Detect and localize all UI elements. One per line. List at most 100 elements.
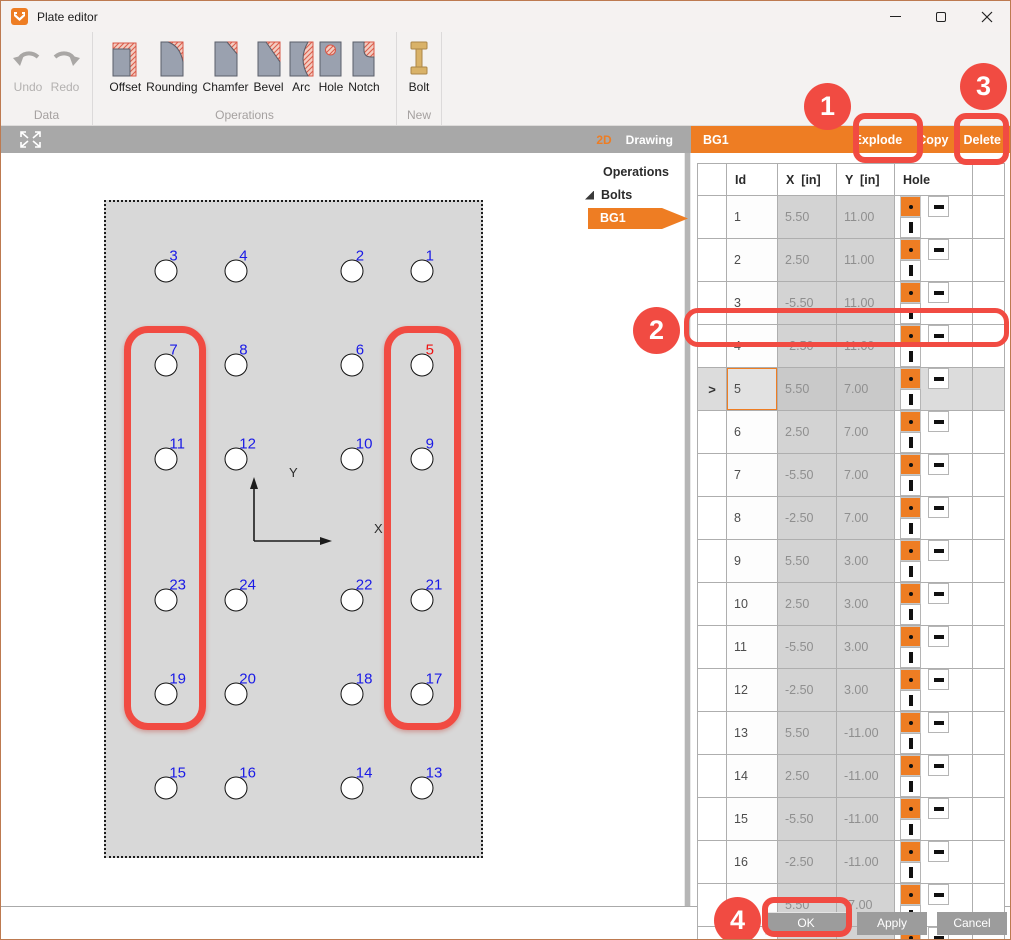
redo-button[interactable]: Redo: [47, 37, 83, 95]
bolt-hole[interactable]: 8: [224, 353, 247, 376]
table-row[interactable]: 6 2.50 7.00: [698, 411, 1005, 454]
hole-circular-button[interactable]: [900, 196, 921, 217]
row-y-cell[interactable]: 11.00: [837, 325, 895, 368]
bolt-hole[interactable]: 9: [411, 447, 434, 470]
hole-slot-vertical-button[interactable]: [900, 346, 921, 367]
tree-item-bolts[interactable]: Bolts: [579, 188, 691, 202]
row-select-cell[interactable]: [698, 798, 727, 841]
bolt-hole[interactable]: 5: [411, 353, 434, 376]
hole-slot-vertical-button[interactable]: [900, 819, 921, 840]
row-id-cell[interactable]: 4: [727, 325, 778, 368]
table-row[interactable]: 4 -2.50 11.00: [698, 325, 1005, 368]
row-y-cell[interactable]: -11.00: [837, 755, 895, 798]
hole-circular-button[interactable]: [900, 282, 921, 303]
hole-slot-horizontal-button[interactable]: [928, 626, 949, 647]
panel-splitter[interactable]: [684, 153, 691, 906]
row-y-cell[interactable]: 3.00: [837, 626, 895, 669]
row-select-cell[interactable]: [698, 368, 727, 411]
hole-slot-horizontal-button[interactable]: [928, 282, 949, 303]
row-x-cell[interactable]: 2.50: [778, 583, 837, 626]
row-x-cell[interactable]: 2.50: [778, 755, 837, 798]
row-id-cell[interactable]: 6: [727, 411, 778, 454]
hole-slot-horizontal-button[interactable]: [928, 841, 949, 862]
hole-circular-button[interactable]: [900, 669, 921, 690]
bolt-hole[interactable]: 15: [154, 776, 177, 799]
bolt-hole[interactable]: 12: [224, 447, 247, 470]
table-row[interactable]: 2 2.50 11.00: [698, 239, 1005, 282]
row-select-cell[interactable]: [698, 626, 727, 669]
hole-slot-horizontal-button[interactable]: [928, 755, 949, 776]
table-row[interactable]: 1 5.50 11.00: [698, 196, 1005, 239]
hole-slot-vertical-button[interactable]: [900, 217, 921, 238]
row-select-cell[interactable]: [698, 927, 727, 940]
row-x-cell[interactable]: -2.50: [778, 669, 837, 712]
delete-button[interactable]: Delete: [963, 133, 1001, 147]
row-id-cell[interactable]: 5: [727, 368, 778, 411]
row-y-cell[interactable]: -11.00: [837, 712, 895, 755]
close-button[interactable]: [964, 1, 1010, 32]
bolt-hole[interactable]: 16: [224, 776, 247, 799]
hole-slot-horizontal-button[interactable]: [928, 497, 949, 518]
row-select-cell[interactable]: [698, 841, 727, 884]
hole-slot-vertical-button[interactable]: [900, 776, 921, 797]
bolt-hole[interactable]: 10: [341, 447, 364, 470]
offset-button[interactable]: Offset: [107, 37, 143, 95]
tree-expander-icon[interactable]: [585, 191, 594, 200]
bevel-button[interactable]: Bevel: [252, 37, 286, 95]
row-x-cell[interactable]: -5.50: [778, 282, 837, 325]
hole-circular-button[interactable]: [900, 454, 921, 475]
row-select-cell[interactable]: [698, 196, 727, 239]
row-x-cell[interactable]: -5.50: [778, 454, 837, 497]
hole-slot-vertical-button[interactable]: [900, 604, 921, 625]
row-x-cell[interactable]: 5.50: [778, 540, 837, 583]
hole-slot-vertical-button[interactable]: [900, 690, 921, 711]
hole-slot-horizontal-button[interactable]: [928, 325, 949, 346]
bolt-hole[interactable]: 6: [341, 353, 364, 376]
bolt-hole[interactable]: 18: [341, 682, 364, 705]
hole-circular-button[interactable]: [900, 540, 921, 561]
row-select-cell[interactable]: [698, 325, 727, 368]
hole-circular-button[interactable]: [900, 626, 921, 647]
hole-slot-vertical-button[interactable]: [900, 733, 921, 754]
hole-circular-button[interactable]: [900, 583, 921, 604]
bolt-hole[interactable]: 14: [341, 776, 364, 799]
table-row[interactable]: 11 -5.50 3.00: [698, 626, 1005, 669]
hole-slot-horizontal-button[interactable]: [928, 540, 949, 561]
row-id-cell[interactable]: 13: [727, 712, 778, 755]
hole-slot-horizontal-button[interactable]: [928, 712, 949, 733]
row-x-cell[interactable]: 2.50: [778, 239, 837, 282]
hole-slot-horizontal-button[interactable]: [928, 454, 949, 475]
ok-button[interactable]: OK: [765, 912, 847, 935]
table-row[interactable]: 16 -2.50 -11.00: [698, 841, 1005, 884]
bolt-hole[interactable]: 13: [411, 776, 434, 799]
hole-slot-horizontal-button[interactable]: [928, 798, 949, 819]
hole-button[interactable]: Hole: [317, 37, 346, 95]
row-y-cell[interactable]: 11.00: [837, 196, 895, 239]
hole-slot-vertical-button[interactable]: [900, 561, 921, 582]
tab-2d[interactable]: 2D: [596, 133, 611, 147]
row-select-cell[interactable]: [698, 497, 727, 540]
fit-view-button[interactable]: [17, 130, 44, 149]
hole-slot-vertical-button[interactable]: [900, 389, 921, 410]
row-y-cell[interactable]: 11.00: [837, 239, 895, 282]
hole-circular-button[interactable]: [900, 798, 921, 819]
hole-slot-vertical-button[interactable]: [900, 475, 921, 496]
row-select-cell[interactable]: [698, 411, 727, 454]
row-x-cell[interactable]: 5.50: [778, 712, 837, 755]
row-select-cell[interactable]: [698, 583, 727, 626]
bolt-hole[interactable]: 23: [154, 588, 177, 611]
hole-slot-horizontal-button[interactable]: [928, 368, 949, 389]
row-y-cell[interactable]: -11.00: [837, 841, 895, 884]
arc-button[interactable]: Arc: [287, 37, 316, 95]
chamfer-button[interactable]: Chamfer: [201, 37, 251, 95]
bolt-hole[interactable]: 3: [154, 259, 177, 282]
hole-slot-horizontal-button[interactable]: [928, 239, 949, 260]
hole-slot-horizontal-button[interactable]: [928, 669, 949, 690]
hole-slot-vertical-button[interactable]: [900, 518, 921, 539]
bolt-hole[interactable]: 21: [411, 588, 434, 611]
tree-item-bg1-selected[interactable]: BG1: [588, 208, 688, 229]
table-row[interactable]: 9 5.50 3.00: [698, 540, 1005, 583]
row-select-cell[interactable]: [698, 755, 727, 798]
row-x-cell[interactable]: 5.50: [778, 196, 837, 239]
hole-circular-button[interactable]: [900, 841, 921, 862]
